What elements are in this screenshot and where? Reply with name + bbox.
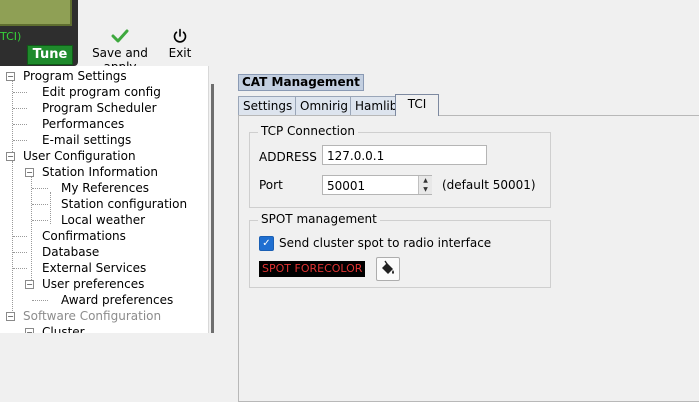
address-label: ADDRESS xyxy=(259,150,317,164)
port-stepper[interactable]: 50001 ▲ ▼ xyxy=(322,175,432,195)
collapse-icon[interactable]: − xyxy=(6,72,15,81)
collapse-icon[interactable]: − xyxy=(6,152,15,161)
collapse-icon[interactable]: − xyxy=(6,312,15,321)
paint-bucket-button[interactable] xyxy=(376,257,400,281)
toolbar: TCI) Tune Save and apply Exit xyxy=(0,0,699,74)
tree-connector xyxy=(13,268,27,269)
collapse-icon[interactable]: − xyxy=(25,328,34,333)
tree-connector xyxy=(32,204,48,205)
tree-node-email-settings[interactable]: E-mail settings xyxy=(42,132,131,148)
tree-node-edit-program-config[interactable]: Edit program config xyxy=(42,84,161,100)
settings-panel: CAT Management Settings Omnirig Hamlib T… xyxy=(226,66,699,402)
tab-omnirig[interactable]: Omnirig xyxy=(295,96,353,115)
tune-button[interactable]: Tune xyxy=(27,45,73,65)
tree-connector xyxy=(31,176,32,286)
exit-label: Exit xyxy=(168,46,192,60)
collapse-icon[interactable]: − xyxy=(25,168,34,177)
green-check-icon xyxy=(80,28,160,46)
rig-control-widget: TCI) Tune xyxy=(0,0,78,66)
tree-connector xyxy=(32,300,48,301)
tab-settings[interactable]: Settings xyxy=(238,96,298,115)
tree-node-award-preferences[interactable]: Award preferences xyxy=(61,292,173,308)
collapse-icon[interactable]: − xyxy=(25,280,34,289)
port-value: 50001 xyxy=(327,179,366,193)
port-label: Port xyxy=(259,178,283,192)
spot-forecolor-swatch[interactable]: SPOT FORECOLOR xyxy=(259,261,366,277)
tcp-connection-legend: TCP Connection xyxy=(258,124,358,138)
send-spot-label: Send cluster spot to radio interface xyxy=(279,236,492,250)
scrollbar-track[interactable] xyxy=(211,84,214,333)
tree-connector xyxy=(13,124,27,125)
tree-node-local-weather[interactable]: Local weather xyxy=(61,212,145,228)
tab-tci[interactable]: TCI xyxy=(395,94,439,116)
tree-node-performances[interactable]: Performances xyxy=(42,116,124,132)
tree-connector xyxy=(32,220,48,221)
tree-node-my-references[interactable]: My References xyxy=(61,180,149,196)
rig-frequency-display xyxy=(0,0,72,26)
address-input[interactable]: 127.0.0.1 xyxy=(322,145,487,165)
tcp-connection-group: TCP Connection ADDRESS 127.0.0.1 Port 50… xyxy=(249,124,551,208)
tree-connector xyxy=(13,252,27,253)
spot-management-legend: SPOT management xyxy=(258,212,380,226)
spot-management-group: SPOT management ✓ Send cluster spot to r… xyxy=(249,212,551,288)
rig-mode-label: TCI) xyxy=(0,30,22,43)
tree-connector xyxy=(13,92,27,93)
send-spot-checkbox[interactable]: ✓ xyxy=(259,236,274,251)
port-default-hint: (default 50001) xyxy=(442,178,536,192)
tree-node-program-scheduler[interactable]: Program Scheduler xyxy=(42,100,157,116)
tree-connector xyxy=(12,161,13,321)
tree-connector xyxy=(13,108,27,109)
tree-connector xyxy=(50,192,51,224)
tree-connector xyxy=(13,140,27,141)
tree-node-station-configuration[interactable]: Station configuration xyxy=(61,196,187,212)
power-icon xyxy=(166,28,194,46)
port-spin-buttons[interactable]: ▲ ▼ xyxy=(418,176,432,194)
settings-tree[interactable]: − Program Settings Edit program config P… xyxy=(0,66,211,333)
spin-down-icon[interactable]: ▼ xyxy=(418,185,432,194)
tree-connector xyxy=(13,236,27,237)
tci-tab-page: TCP Connection ADDRESS 127.0.0.1 Port 50… xyxy=(238,115,699,402)
tree-node-external-services[interactable]: External Services xyxy=(42,260,146,276)
paint-bucket-icon xyxy=(377,260,399,283)
tree-node-database[interactable]: Database xyxy=(42,244,99,260)
panel-title: CAT Management xyxy=(238,74,364,91)
tree-node-confirmations[interactable]: Confirmations xyxy=(42,228,126,244)
toolbar-top-band xyxy=(80,0,699,22)
tree-scrollbar[interactable] xyxy=(208,66,226,333)
exit-button[interactable]: Exit xyxy=(166,28,194,60)
tree-connector xyxy=(32,188,48,189)
